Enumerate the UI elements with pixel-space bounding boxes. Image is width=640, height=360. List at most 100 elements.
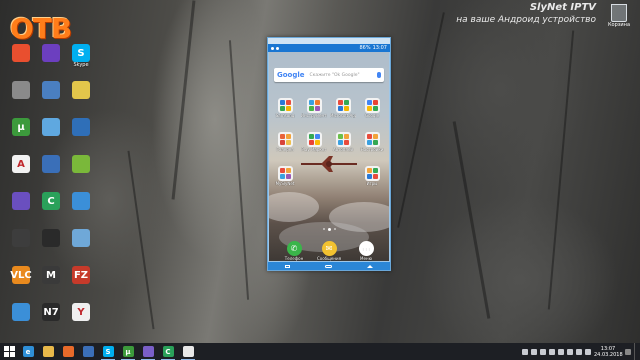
- taskbar-app[interactable]: [78, 343, 98, 360]
- google-search-bar[interactable]: Google Скажите "Ok Google": [274, 68, 384, 82]
- tray-icon[interactable]: [549, 348, 555, 355]
- edge-icon: e: [22, 346, 34, 357]
- app-label: Настройки: [360, 147, 384, 152]
- clapper-icon: [42, 229, 60, 247]
- desktop-icon[interactable]: Y: [66, 303, 96, 321]
- desktop-icon[interactable]: [36, 118, 66, 136]
- app-folder[interactable]: Samsung: [272, 98, 298, 118]
- promo-title: SlyNet IPTV: [529, 2, 596, 13]
- page-indicator: [269, 227, 389, 231]
- tray-icon[interactable]: [522, 348, 528, 355]
- desktop-icon[interactable]: [36, 155, 66, 173]
- app-icon: [72, 155, 90, 173]
- app-folder[interactable]: Инструменты: [301, 98, 327, 118]
- camtasia-icon: C: [42, 192, 60, 210]
- app-folder-icon: [277, 166, 293, 181]
- microphone-icon[interactable]: [377, 72, 381, 78]
- desktop-icon[interactable]: M: [36, 266, 66, 284]
- desktop-icon[interactable]: [6, 44, 36, 62]
- taskbar-clock[interactable]: 13:07 24.03.2018: [594, 346, 623, 358]
- taskbar-app[interactable]: e: [18, 343, 38, 360]
- app-folder[interactable]: Google: [359, 98, 385, 118]
- app-icon: [42, 81, 60, 99]
- start-button[interactable]: [0, 343, 18, 360]
- home-button[interactable]: [324, 264, 332, 268]
- desktop-icon[interactable]: μ: [6, 118, 36, 136]
- battery-level: 86%: [359, 45, 371, 51]
- language-icon[interactable]: [585, 348, 591, 355]
- recent-apps-button[interactable]: [285, 264, 291, 268]
- desktop-icon[interactable]: FZ: [66, 266, 96, 284]
- status-time: 13:07: [372, 45, 387, 51]
- dock-app[interactable]: ⋮⋮⋮ Меню: [353, 241, 379, 261]
- desktop-icon[interactable]: [66, 192, 96, 210]
- back-button[interactable]: [366, 264, 373, 268]
- taskbar-app[interactable]: [58, 343, 78, 360]
- recycle-bin[interactable]: Корзина: [606, 4, 632, 28]
- taskbar-app[interactable]: [38, 343, 58, 360]
- recorder-icon: [182, 346, 194, 357]
- taskbar-app[interactable]: μ: [118, 343, 138, 360]
- page-dot-active: [327, 227, 331, 231]
- windows-taskbar: e Sμ C 13:07 24.03.2018: [0, 343, 640, 360]
- desktop-icon[interactable]: C: [36, 192, 66, 210]
- desktop-icon[interactable]: [66, 118, 96, 136]
- app-folder[interactable]: Play Маркет: [301, 132, 327, 152]
- folder-icon: [72, 81, 90, 99]
- recycle-bin-label: Корзина: [607, 22, 631, 28]
- app-folder[interactable]: Галерея: [272, 132, 298, 152]
- tray-icon[interactable]: [540, 348, 546, 355]
- app-icon: [12, 303, 30, 321]
- phone-navigation-bar: [268, 262, 390, 270]
- windows-logo-icon: [3, 346, 15, 357]
- menu-icon: ⋮⋮⋮: [358, 241, 374, 256]
- app-folder[interactable]: Настройки: [359, 132, 385, 152]
- desktop-icon[interactable]: [6, 192, 36, 210]
- phone-icon: ✆: [286, 241, 302, 256]
- desktop-icon[interactable]: N7: [36, 303, 66, 321]
- desktop-icon[interactable]: A: [6, 155, 36, 173]
- app-folder-icon: [364, 166, 380, 181]
- desktop-icon[interactable]: [66, 155, 96, 173]
- tray-icon[interactable]: [558, 348, 564, 355]
- dock-app[interactable]: ✆ Телефон: [281, 241, 307, 261]
- recycle-bin-icon: [611, 4, 627, 22]
- desktop-icon[interactable]: [36, 229, 66, 247]
- camtasia-icon: C: [162, 346, 174, 357]
- taskbar-app[interactable]: S: [98, 343, 118, 360]
- dock-app[interactable]: ✉ Сообщения: [316, 241, 342, 261]
- desktop-icon[interactable]: [6, 81, 36, 99]
- desktop-icon[interactable]: [36, 44, 66, 62]
- dock-app-label: Телефон: [284, 256, 304, 261]
- app-icon: [72, 192, 90, 210]
- dock-app-label: Сообщения: [316, 256, 341, 261]
- desktop-icon[interactable]: [6, 229, 36, 247]
- taskbar-app[interactable]: C: [158, 343, 178, 360]
- otb-logo: OTB: [10, 12, 76, 46]
- app-label: Игры: [366, 181, 378, 186]
- app-folder[interactable]: Автоплей: [330, 132, 356, 152]
- desktop-icon[interactable]: [66, 81, 96, 99]
- app-folder[interactable]: MySlyNet: [272, 166, 298, 186]
- app-icon: [72, 118, 90, 136]
- tray-icon[interactable]: [531, 348, 537, 355]
- volume-icon[interactable]: [576, 348, 582, 355]
- desktop-icon[interactable]: [36, 81, 66, 99]
- app-folder-icon: [335, 98, 351, 113]
- notification-icon: [271, 46, 274, 50]
- desktop-icon[interactable]: [66, 229, 96, 247]
- app-folder[interactable]: Игры: [359, 166, 385, 186]
- desktop-icon[interactable]: S Skype: [66, 44, 96, 68]
- taskbar-app[interactable]: [178, 343, 198, 360]
- app-folder[interactable]: Microsoft Apps: [330, 98, 356, 118]
- taskbar-app[interactable]: [138, 343, 158, 360]
- desktop-icon[interactable]: VLC: [6, 266, 36, 284]
- messages-icon: ✉: [321, 241, 337, 256]
- notifications-icon[interactable]: [625, 348, 631, 355]
- show-desktop-button[interactable]: [634, 343, 638, 360]
- desktop-icon[interactable]: [6, 303, 36, 321]
- network-icon[interactable]: [567, 348, 573, 355]
- phone-mirror-window[interactable]: 86% 13:07 Google Скажите "Ok Google" Sam…: [267, 37, 391, 271]
- airplane-wallpaper-image: [301, 156, 357, 172]
- notification-icon: [276, 46, 279, 50]
